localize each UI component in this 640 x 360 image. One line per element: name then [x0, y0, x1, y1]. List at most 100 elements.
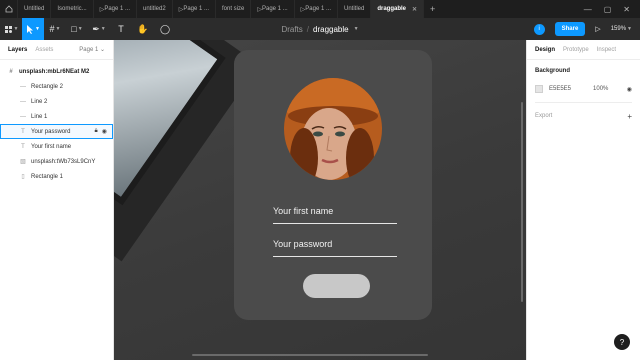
layer-item[interactable]: — Line 1	[0, 109, 113, 124]
tab-assets[interactable]: Assets	[35, 47, 53, 53]
tab-inspect[interactable]: Inspect	[597, 47, 616, 53]
export-label: Export	[535, 113, 553, 119]
chevron-down-icon: ▼	[100, 26, 106, 32]
pen-icon: ✒	[92, 23, 100, 34]
tab-file[interactable]: ▷ Page 1 ...	[251, 0, 295, 18]
help-button[interactable]: ?	[614, 334, 630, 350]
frame-tool[interactable]: # ▼	[44, 18, 66, 40]
login-card[interactable]: Your first name Your password	[234, 50, 432, 320]
cursor-icon	[27, 24, 34, 34]
layer-label: unsplash:tWb73sL9CnY	[31, 158, 96, 165]
close-icon[interactable]: ✕	[412, 6, 417, 13]
tab-active[interactable]: draggable ✕	[371, 0, 425, 18]
profile-photo[interactable]	[284, 78, 382, 180]
layer-item[interactable]: — Rectangle 2	[0, 79, 113, 94]
tab-file[interactable]: ▷ Page 1 ...	[173, 0, 216, 18]
layer-label: Your password	[31, 128, 71, 135]
text-tool[interactable]: T	[110, 18, 132, 40]
tab-label: draggable	[377, 6, 407, 12]
layer-label: Rectangle 1	[31, 173, 64, 180]
hand-tool[interactable]: ✋	[132, 18, 154, 40]
tab-label: Page 1 ...	[104, 6, 130, 12]
rectangle-icon: —	[20, 83, 26, 90]
tab-file[interactable]: Isometric...	[51, 0, 94, 18]
zoom-dropdown[interactable]: 159%▼	[611, 26, 632, 32]
tab-label: untitled2	[143, 6, 166, 12]
rectangle-icon: ▯	[21, 174, 25, 180]
add-export-button[interactable]: +	[627, 112, 632, 121]
page-selector[interactable]: Page 1 ⌄	[79, 46, 105, 53]
layer-label: Line 1	[31, 113, 48, 120]
eye-icon[interactable]: ◉	[627, 86, 632, 93]
pen-tool[interactable]: ✒ ▼	[88, 18, 110, 40]
toolbar-right: i Share ▷ 159%▼	[533, 18, 632, 40]
vertical-scrollbar[interactable]	[521, 102, 523, 302]
horizontal-scrollbar[interactable]	[192, 354, 428, 356]
tab-file[interactable]: Untitled	[338, 0, 372, 18]
tab-bar: Untitled Isometric... ▷ Page 1 ... untit…	[0, 0, 640, 18]
layer-item[interactable]: T Your first name	[0, 139, 113, 154]
eye-icon[interactable]: ◉	[102, 128, 107, 135]
tab-layers[interactable]: Layers	[8, 47, 27, 53]
move-tool[interactable]: ▼	[22, 18, 44, 40]
password-underline	[273, 256, 397, 257]
layer-root[interactable]: # unsplash:mbLr6NEat M2	[0, 64, 113, 79]
background-opacity-input[interactable]: 100%	[593, 86, 608, 92]
tab-label: Untitled	[343, 6, 365, 12]
minimize-icon[interactable]: —	[584, 5, 592, 14]
tab-design[interactable]: Design	[535, 47, 555, 53]
background-swatch[interactable]	[535, 85, 543, 93]
hand-icon: ✋	[137, 23, 149, 34]
tab-label: Page 1 ...	[305, 6, 331, 12]
chevron-down-icon: ▼	[55, 26, 61, 32]
layers-panel: Layers Assets Page 1 ⌄ # unsplash:mbLr6N…	[0, 40, 114, 360]
background-title: Background	[535, 68, 571, 74]
maximize-icon[interactable]: ▢	[604, 5, 612, 14]
layer-item-selected[interactable]: T Your password 🔒︎ ◉	[0, 124, 113, 139]
zoom-level: 159%	[610, 26, 627, 32]
tab-file[interactable]: font size	[216, 0, 252, 18]
layer-item[interactable]: — Line 2	[0, 94, 113, 109]
present-button[interactable]: ▷	[595, 25, 600, 33]
layer-label: unsplash:mbLr6NEat M2	[19, 68, 90, 75]
chevron-down-icon[interactable]: ▼	[354, 26, 359, 32]
canvas[interactable]: Your first name Your password	[114, 40, 526, 360]
line-icon: —	[20, 98, 26, 105]
first-name-underline	[273, 223, 397, 224]
figma-logo-icon	[4, 25, 12, 33]
line-icon: —	[20, 113, 26, 120]
comment-tool[interactable]: ◯	[154, 18, 176, 40]
main-menu-button[interactable]: ▼	[0, 18, 22, 40]
tab-file[interactable]: ▷ Page 1 ...	[94, 0, 137, 18]
tab-file[interactable]: Untitled	[18, 0, 52, 18]
add-tab-button[interactable]: +	[424, 4, 441, 14]
tab-label: Untitled	[24, 6, 45, 12]
divider	[535, 102, 632, 103]
breadcrumb-drafts[interactable]: Drafts	[281, 25, 302, 34]
layer-item[interactable]: ▯ Rectangle 1	[0, 169, 113, 184]
home-tab[interactable]	[0, 0, 18, 18]
background-hex-input[interactable]: E5E5E5	[549, 86, 571, 92]
tab-label: font size	[222, 6, 245, 12]
rectangle-icon: □	[71, 24, 77, 34]
first-name-field-label[interactable]: Your first name	[273, 206, 333, 216]
comment-icon: ◯	[159, 23, 171, 34]
layer-item[interactable]: ▧ unsplash:tWb73sL9CnY	[0, 154, 113, 169]
lock-icon[interactable]: 🔒︎	[95, 128, 98, 135]
image-icon: ▧	[20, 159, 26, 165]
tab-prototype[interactable]: Prototype	[563, 47, 589, 53]
tab-file[interactable]: untitled2	[137, 0, 173, 18]
layer-label: Rectangle 2	[31, 83, 64, 90]
layers-panel-tabs: Layers Assets Page 1 ⌄	[0, 40, 113, 60]
tab-label: Page 1 ...	[183, 6, 209, 12]
close-window-icon[interactable]: ✕	[623, 5, 630, 14]
text-icon: T	[118, 24, 124, 34]
tab-file[interactable]: ▷ Page 1 ...	[295, 0, 338, 18]
submit-button[interactable]	[303, 274, 370, 298]
avatar[interactable]: i	[533, 23, 545, 35]
home-icon	[5, 5, 12, 13]
shape-tool[interactable]: □ ▼	[66, 18, 88, 40]
password-field-label[interactable]: Your password	[273, 239, 332, 249]
share-button[interactable]: Share	[554, 22, 586, 36]
breadcrumb-file-name[interactable]: draggable	[313, 25, 349, 34]
